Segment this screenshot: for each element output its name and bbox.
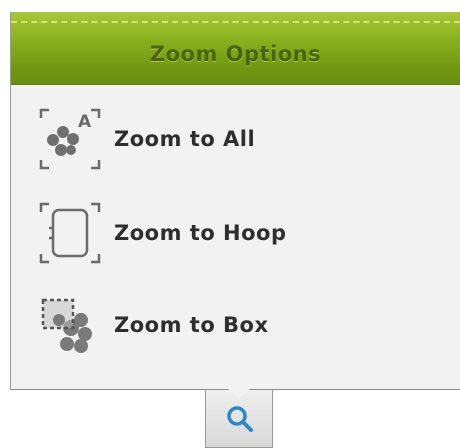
zoom-to-all-icon: A [39, 108, 101, 170]
magnifier-icon [227, 406, 253, 432]
zoom-options-menu: Zoom Options A Zoom to All Zoom to Hoop … [10, 12, 460, 390]
zoom-to-hoop-button[interactable]: Zoom to Hoop [11, 198, 460, 268]
menu-title: Zoom Options [149, 42, 322, 66]
zoom-to-box-label: Zoom to Box [114, 313, 269, 337]
svg-text:A: A [78, 112, 92, 132]
zoom-to-box-button[interactable]: Zoom to Box [11, 290, 460, 360]
zoom-to-box-icon [41, 298, 92, 353]
zoom-to-hoop-icon [39, 202, 101, 264]
menu-header: Zoom Options [11, 12, 460, 85]
zoom-to-all-label: Zoom to All [114, 127, 256, 151]
zoom-to-all-button[interactable]: A Zoom to All [11, 104, 460, 174]
zoom-to-hoop-label: Zoom to Hoop [114, 221, 287, 245]
zoom-tab-button[interactable] [205, 389, 273, 448]
